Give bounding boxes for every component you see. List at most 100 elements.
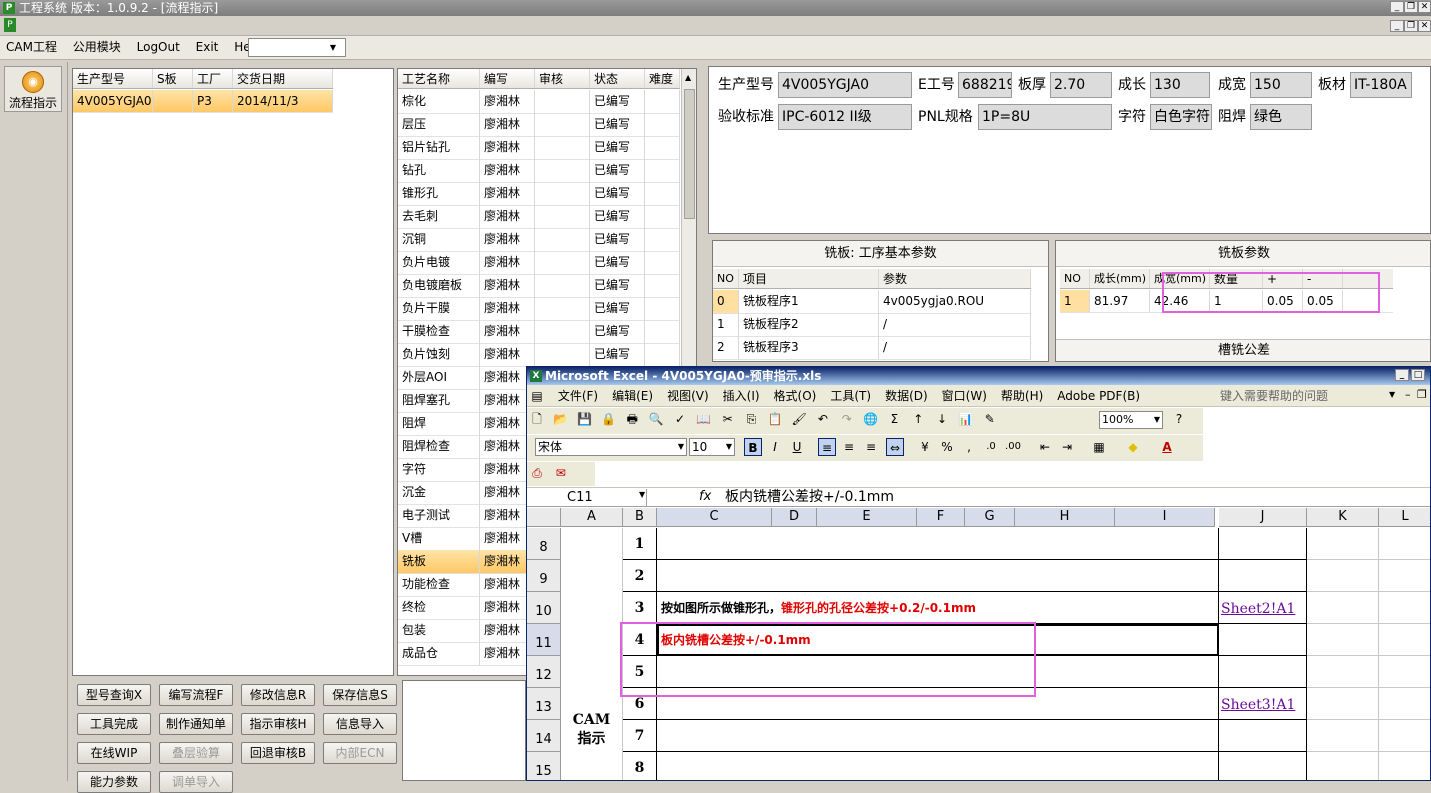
field-char[interactable]: 白色字符 — [1150, 104, 1212, 130]
field-mat[interactable]: IT-180A — [1350, 72, 1412, 98]
column-header[interactable]: C — [657, 508, 772, 527]
permission-icon[interactable]: 🔒 — [599, 410, 617, 428]
column-header[interactable]: A — [561, 508, 623, 527]
align-left-icon[interactable]: ≡ — [818, 438, 836, 456]
help-icon[interactable]: ? — [1170, 410, 1188, 428]
excel-menu-item[interactable]: Adobe PDF(B) — [1057, 385, 1140, 407]
cell-b[interactable]: 2 — [623, 560, 657, 592]
excel-minimize-icon[interactable]: _ — [1395, 369, 1409, 381]
process-row[interactable]: 铝片钻孔 廖湘林 已编写 — [398, 136, 680, 160]
cell-j-link[interactable] — [1219, 528, 1307, 560]
action-button[interactable]: 保存信息S — [323, 684, 397, 706]
cell-j-link[interactable] — [1219, 624, 1307, 656]
print-preview-icon[interactable]: 🔍 — [647, 410, 665, 428]
bold-icon[interactable]: B — [744, 438, 762, 456]
flow-indicator-button[interactable]: ◉ 流程指示 — [4, 66, 62, 112]
cell-b[interactable]: 3 — [623, 592, 657, 624]
cell-b[interactable]: 7 — [623, 720, 657, 752]
process-row[interactable]: 去毛刺 廖湘林 已编写 — [398, 205, 680, 229]
cell-empty[interactable] — [1379, 752, 1430, 780]
cell-empty[interactable] — [1307, 560, 1379, 592]
column-header[interactable]: E — [817, 508, 917, 527]
process-row[interactable]: 负电镀磨板 廖湘林 已编写 — [398, 274, 680, 298]
formula-input[interactable]: 板内铣槽公差按+/-0.1mm — [725, 489, 894, 506]
excel-maximize-icon[interactable]: □ — [1411, 369, 1425, 381]
sort-asc-icon[interactable]: ↑ — [909, 410, 927, 428]
cell-c[interactable] — [657, 560, 1219, 592]
sort-desc-icon[interactable]: ↓ — [933, 410, 951, 428]
col-process-name[interactable]: 工艺名称 — [398, 69, 480, 88]
mill-basic-row[interactable]: 1 铣板程序2/ — [713, 313, 1031, 337]
mill-basic-row[interactable]: 2 铣板程序3/ — [713, 336, 1031, 360]
cell-empty[interactable] — [1307, 528, 1379, 560]
close-icon[interactable]: ✕ — [1418, 1, 1431, 13]
excel-menu-item[interactable]: 工具(T) — [830, 385, 871, 407]
cell-c[interactable] — [657, 752, 1219, 780]
merge-center-icon[interactable]: ⇔ — [886, 438, 904, 456]
font-select[interactable]: 宋体 ▼ — [535, 438, 687, 456]
process-row[interactable]: 负片干膜 廖湘林 已编写 — [398, 297, 680, 321]
cell-j-link[interactable] — [1219, 720, 1307, 752]
menu-cam[interactable]: CAM工程 — [6, 36, 57, 58]
cell-empty[interactable] — [1379, 624, 1430, 656]
action-button[interactable]: 在线WIP — [77, 742, 151, 764]
new-icon[interactable]: 🗋 — [528, 410, 546, 428]
research-icon[interactable]: 📖 — [695, 410, 713, 428]
col-difficulty[interactable]: 难度 — [645, 69, 680, 88]
action-button[interactable]: 回退审核B — [241, 742, 315, 764]
minimize-icon[interactable]: _ — [1390, 1, 1404, 13]
col-date[interactable]: 交货日期 — [233, 69, 333, 88]
row-header[interactable]: 9 — [527, 560, 561, 592]
excel-doc-restore-icon[interactable]: ❐ — [1417, 387, 1427, 403]
cut-icon[interactable]: ✂ — [719, 410, 737, 428]
decrease-decimal-icon[interactable]: .00 — [1004, 438, 1022, 456]
process-row[interactable]: 负片电镀 廖湘林 已编写 — [398, 251, 680, 275]
function-icon[interactable]: fx — [699, 489, 711, 504]
copy-icon[interactable]: ⎘ — [742, 410, 760, 428]
cell-empty[interactable] — [1379, 656, 1430, 688]
row-header[interactable]: 12 — [527, 656, 561, 688]
action-button[interactable]: 制作通知单 — [159, 713, 233, 735]
action-button[interactable]: 信息导入 — [323, 713, 397, 735]
row-header[interactable]: 10 — [527, 592, 561, 624]
process-row[interactable]: 棕化 廖湘林 已编写 — [398, 90, 680, 114]
cell-j-link[interactable] — [1219, 752, 1307, 780]
field-e[interactable]: 688219 — [958, 72, 1012, 98]
action-button[interactable]: 修改信息R — [241, 684, 315, 706]
field-std[interactable]: IPC-6012 II级 — [778, 104, 912, 130]
cell-b[interactable]: 8 — [623, 752, 657, 780]
col-factory[interactable]: 工厂 — [193, 69, 233, 88]
field-wid[interactable]: 150 — [1250, 72, 1312, 98]
row-header[interactable]: 8 — [527, 528, 561, 560]
scroll-up-icon[interactable]: ▲ — [685, 73, 691, 82]
help-question-input[interactable]: 键入需要帮助的问题 — [1220, 388, 1390, 404]
cell-b[interactable]: 1 — [623, 528, 657, 560]
cell-empty[interactable] — [1379, 688, 1430, 720]
fill-color-icon[interactable]: ◆ — [1124, 438, 1142, 456]
process-row[interactable]: 锥形孔 廖湘林 已编写 — [398, 182, 680, 206]
cell-j-link[interactable] — [1219, 560, 1307, 592]
zoom-select[interactable]: 100% ▼ — [1099, 411, 1163, 429]
cell-empty[interactable] — [1379, 560, 1430, 592]
child-restore-icon[interactable]: ❐ — [1404, 20, 1418, 32]
excel-menu-item[interactable]: 插入(I) — [723, 385, 760, 407]
excel-menu-item[interactable]: 视图(V) — [667, 385, 709, 407]
font-size-select[interactable]: 10 ▼ — [689, 438, 735, 456]
cell-c[interactable]: 按如图所示做锥形孔，锥形孔的孔径公差按+0.2/-0.1mm — [657, 592, 1219, 624]
module-select[interactable]: ▼ — [248, 38, 346, 57]
process-row[interactable]: 干膜检查 廖湘林 已编写 — [398, 320, 680, 344]
process-row[interactable]: 沉铜 廖湘林 已编写 — [398, 228, 680, 252]
pdf-convert-icon[interactable]: ⎙ — [528, 464, 546, 482]
field-thick[interactable]: 2.70 — [1050, 72, 1112, 98]
cell-empty[interactable] — [1307, 688, 1379, 720]
child-window-icon[interactable]: P — [4, 18, 16, 32]
row-header[interactable]: 14 — [527, 720, 561, 752]
action-button[interactable]: 叠层验算 — [159, 742, 233, 764]
excel-menu-item[interactable]: 帮助(H) — [1001, 385, 1043, 407]
name-box[interactable]: C11 — [529, 489, 647, 506]
merged-cam-cell[interactable]: CAM 指示 — [561, 528, 623, 780]
cell-empty[interactable] — [1307, 592, 1379, 624]
align-center-icon[interactable]: ≡ — [840, 438, 858, 456]
undo-icon[interactable]: ↶ — [814, 410, 832, 428]
cell-j-link[interactable]: Sheet3!A1 — [1219, 688, 1307, 720]
